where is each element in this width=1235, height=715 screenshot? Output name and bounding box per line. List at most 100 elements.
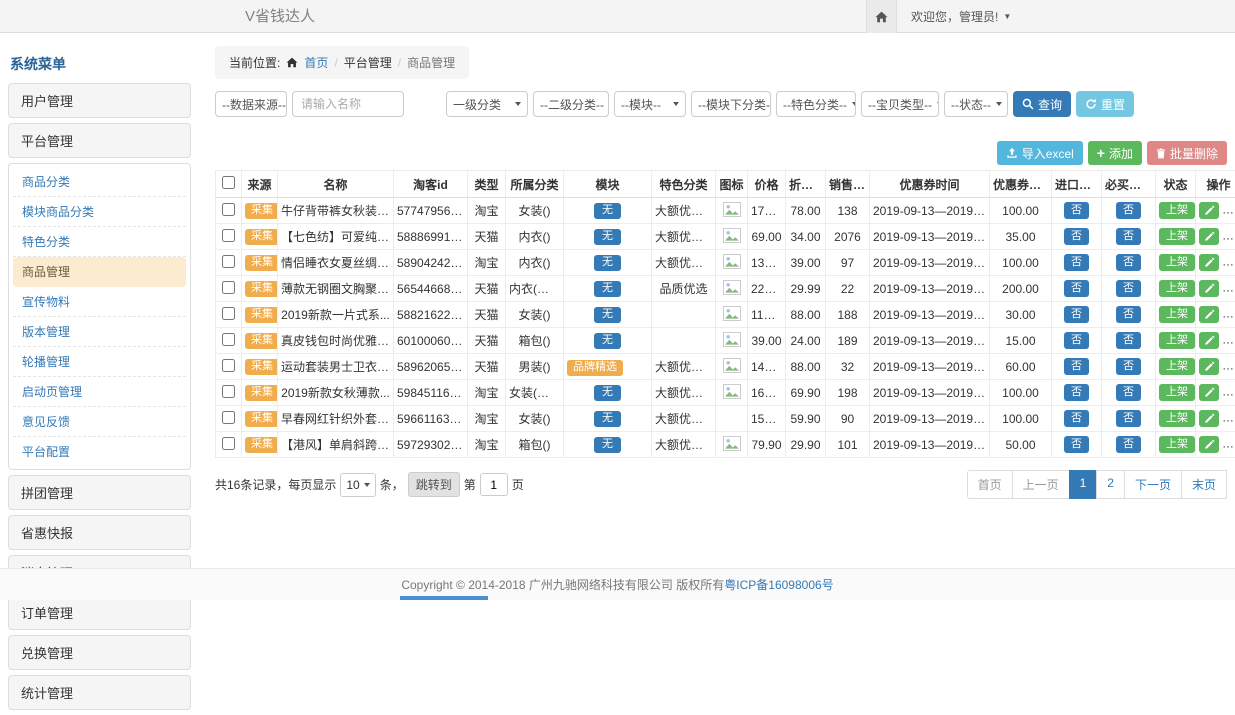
pager-item[interactable]: 1	[1069, 470, 1098, 499]
row-checkbox[interactable]	[222, 307, 235, 320]
import-optimal-toggle[interactable]: 否	[1064, 436, 1089, 453]
edit-button[interactable]	[1199, 228, 1219, 245]
sidebar-section[interactable]: 兑换管理	[8, 635, 191, 670]
must-buy-toggle[interactable]: 否	[1116, 332, 1141, 349]
import-optimal-toggle[interactable]: 否	[1064, 384, 1089, 401]
sidebar-submenu-item[interactable]: 模块商品分类	[13, 197, 186, 227]
pager-item[interactable]: 末页	[1181, 470, 1227, 499]
status-toggle[interactable]: 上架	[1159, 332, 1195, 349]
must-buy-toggle[interactable]: 否	[1116, 254, 1141, 271]
row-checkbox[interactable]	[222, 333, 235, 346]
sidebar-section[interactable]: 省惠快报	[8, 515, 191, 550]
sidebar-submenu-item[interactable]: 轮播管理	[13, 347, 186, 377]
import-optimal-toggle[interactable]: 否	[1064, 358, 1089, 375]
price-cell: 229.99	[748, 276, 786, 302]
breadcrumb-home-link[interactable]: 首页	[304, 54, 328, 71]
must-buy-cell: 否	[1102, 276, 1156, 302]
edit-button[interactable]	[1199, 410, 1219, 427]
must-buy-toggle[interactable]: 否	[1116, 280, 1141, 297]
status-toggle[interactable]: 上架	[1159, 384, 1195, 401]
status-toggle[interactable]: 上架	[1159, 436, 1195, 453]
row-checkbox[interactable]	[222, 229, 235, 242]
sidebar-submenu-item[interactable]: 商品分类	[13, 167, 186, 197]
filter-select[interactable]: --宝贝类型--	[861, 91, 939, 117]
edit-button[interactable]	[1199, 384, 1219, 401]
sidebar-section[interactable]: 统计管理	[8, 675, 191, 710]
per-page-select[interactable]: 10	[340, 473, 375, 497]
row-checkbox[interactable]	[222, 437, 235, 450]
reset-button[interactable]: 重置	[1076, 91, 1134, 117]
sidebar-submenu-item[interactable]: 商品管理	[13, 257, 186, 287]
status-toggle[interactable]: 上架	[1159, 280, 1195, 297]
must-buy-toggle[interactable]: 否	[1116, 436, 1141, 453]
status-toggle[interactable]: 上架	[1159, 202, 1195, 219]
add-button[interactable]: + 添加	[1088, 141, 1142, 165]
filter-select[interactable]: --特色分类--	[776, 91, 856, 117]
page-jump-input[interactable]	[480, 473, 508, 496]
edit-button[interactable]	[1199, 436, 1219, 453]
import-optimal-toggle[interactable]: 否	[1064, 410, 1089, 427]
pager-item[interactable]: 下一页	[1124, 470, 1182, 499]
pager-item[interactable]: 2	[1096, 470, 1125, 499]
edit-button[interactable]	[1199, 280, 1219, 297]
coupon-time-cell: 2019-09-13—2019-09-20	[870, 328, 990, 354]
row-checkbox[interactable]	[222, 281, 235, 294]
icp-link[interactable]: 粤ICP备16098006号	[724, 576, 833, 593]
table-row: 采集 牛仔背带裤女秋装减龄... 577479560965 淘宝 女装() 无 …	[216, 198, 1235, 224]
row-checkbox[interactable]	[222, 203, 235, 216]
status-toggle[interactable]: 上架	[1159, 228, 1195, 245]
row-checkbox[interactable]	[222, 411, 235, 424]
status-toggle[interactable]: 上架	[1159, 254, 1195, 271]
import-optimal-toggle[interactable]: 否	[1064, 280, 1089, 297]
user-menu[interactable]: 欢迎您，管理员! ▼	[897, 0, 1025, 33]
sidebar-submenu-item[interactable]: 意见反馈	[13, 407, 186, 437]
sidebar-submenu-item[interactable]: 宣传物料	[13, 287, 186, 317]
sidebar-section-user[interactable]: 用户管理	[8, 83, 191, 118]
filter-select[interactable]: --模块--	[614, 91, 686, 117]
header-home-button[interactable]	[866, 0, 897, 33]
pager-item[interactable]: 上一页	[1012, 470, 1070, 499]
name-search-input[interactable]	[292, 91, 404, 117]
sidebar-section[interactable]: 订单管理	[8, 595, 191, 630]
must-buy-toggle[interactable]: 否	[1116, 306, 1141, 323]
status-toggle[interactable]: 上架	[1159, 410, 1195, 427]
edit-button[interactable]	[1199, 332, 1219, 349]
import-optimal-toggle[interactable]: 否	[1064, 332, 1089, 349]
filter-select-data-source[interactable]: --数据来源--	[215, 91, 287, 117]
must-buy-toggle[interactable]: 否	[1116, 358, 1141, 375]
search-button[interactable]: 查询	[1013, 91, 1071, 117]
sidebar-submenu-item[interactable]: 版本管理	[13, 317, 186, 347]
filter-select[interactable]: --状态--	[944, 91, 1008, 117]
must-buy-toggle[interactable]: 否	[1116, 202, 1141, 219]
sidebar-section-platform[interactable]: 平台管理	[8, 123, 191, 158]
batch-delete-button[interactable]: 批量删除	[1147, 141, 1227, 165]
must-buy-toggle[interactable]: 否	[1116, 228, 1141, 245]
edit-button[interactable]	[1199, 358, 1219, 375]
edit-button[interactable]	[1199, 254, 1219, 271]
pager-item[interactable]: 首页	[967, 470, 1013, 499]
sidebar-submenu-item[interactable]: 平台配置	[13, 437, 186, 466]
import-excel-button[interactable]: 导入excel	[997, 141, 1083, 165]
must-buy-toggle[interactable]: 否	[1116, 410, 1141, 427]
filter-select[interactable]: 一级分类	[446, 91, 528, 117]
sidebar-submenu-item[interactable]: 特色分类	[13, 227, 186, 257]
import-optimal-toggle[interactable]: 否	[1064, 228, 1089, 245]
status-toggle[interactable]: 上架	[1159, 306, 1195, 323]
filter-select[interactable]: --模块下分类--	[691, 91, 771, 117]
module-cell: 无	[564, 432, 652, 458]
row-checkbox[interactable]	[222, 385, 235, 398]
edit-button[interactable]	[1199, 202, 1219, 219]
import-optimal-toggle[interactable]: 否	[1064, 202, 1089, 219]
row-checkbox[interactable]	[222, 359, 235, 372]
select-all-checkbox[interactable]	[222, 176, 235, 189]
import-optimal-toggle[interactable]: 否	[1064, 254, 1089, 271]
import-optimal-toggle[interactable]: 否	[1064, 306, 1089, 323]
row-checkbox[interactable]	[222, 255, 235, 268]
jump-button[interactable]: 跳转到	[408, 472, 460, 497]
filter-select[interactable]: --二级分类--	[533, 91, 609, 117]
sidebar-section[interactable]: 拼团管理	[8, 475, 191, 510]
edit-button[interactable]	[1199, 306, 1219, 323]
sidebar-submenu-item[interactable]: 启动页管理	[13, 377, 186, 407]
status-toggle[interactable]: 上架	[1159, 358, 1195, 375]
must-buy-toggle[interactable]: 否	[1116, 384, 1141, 401]
